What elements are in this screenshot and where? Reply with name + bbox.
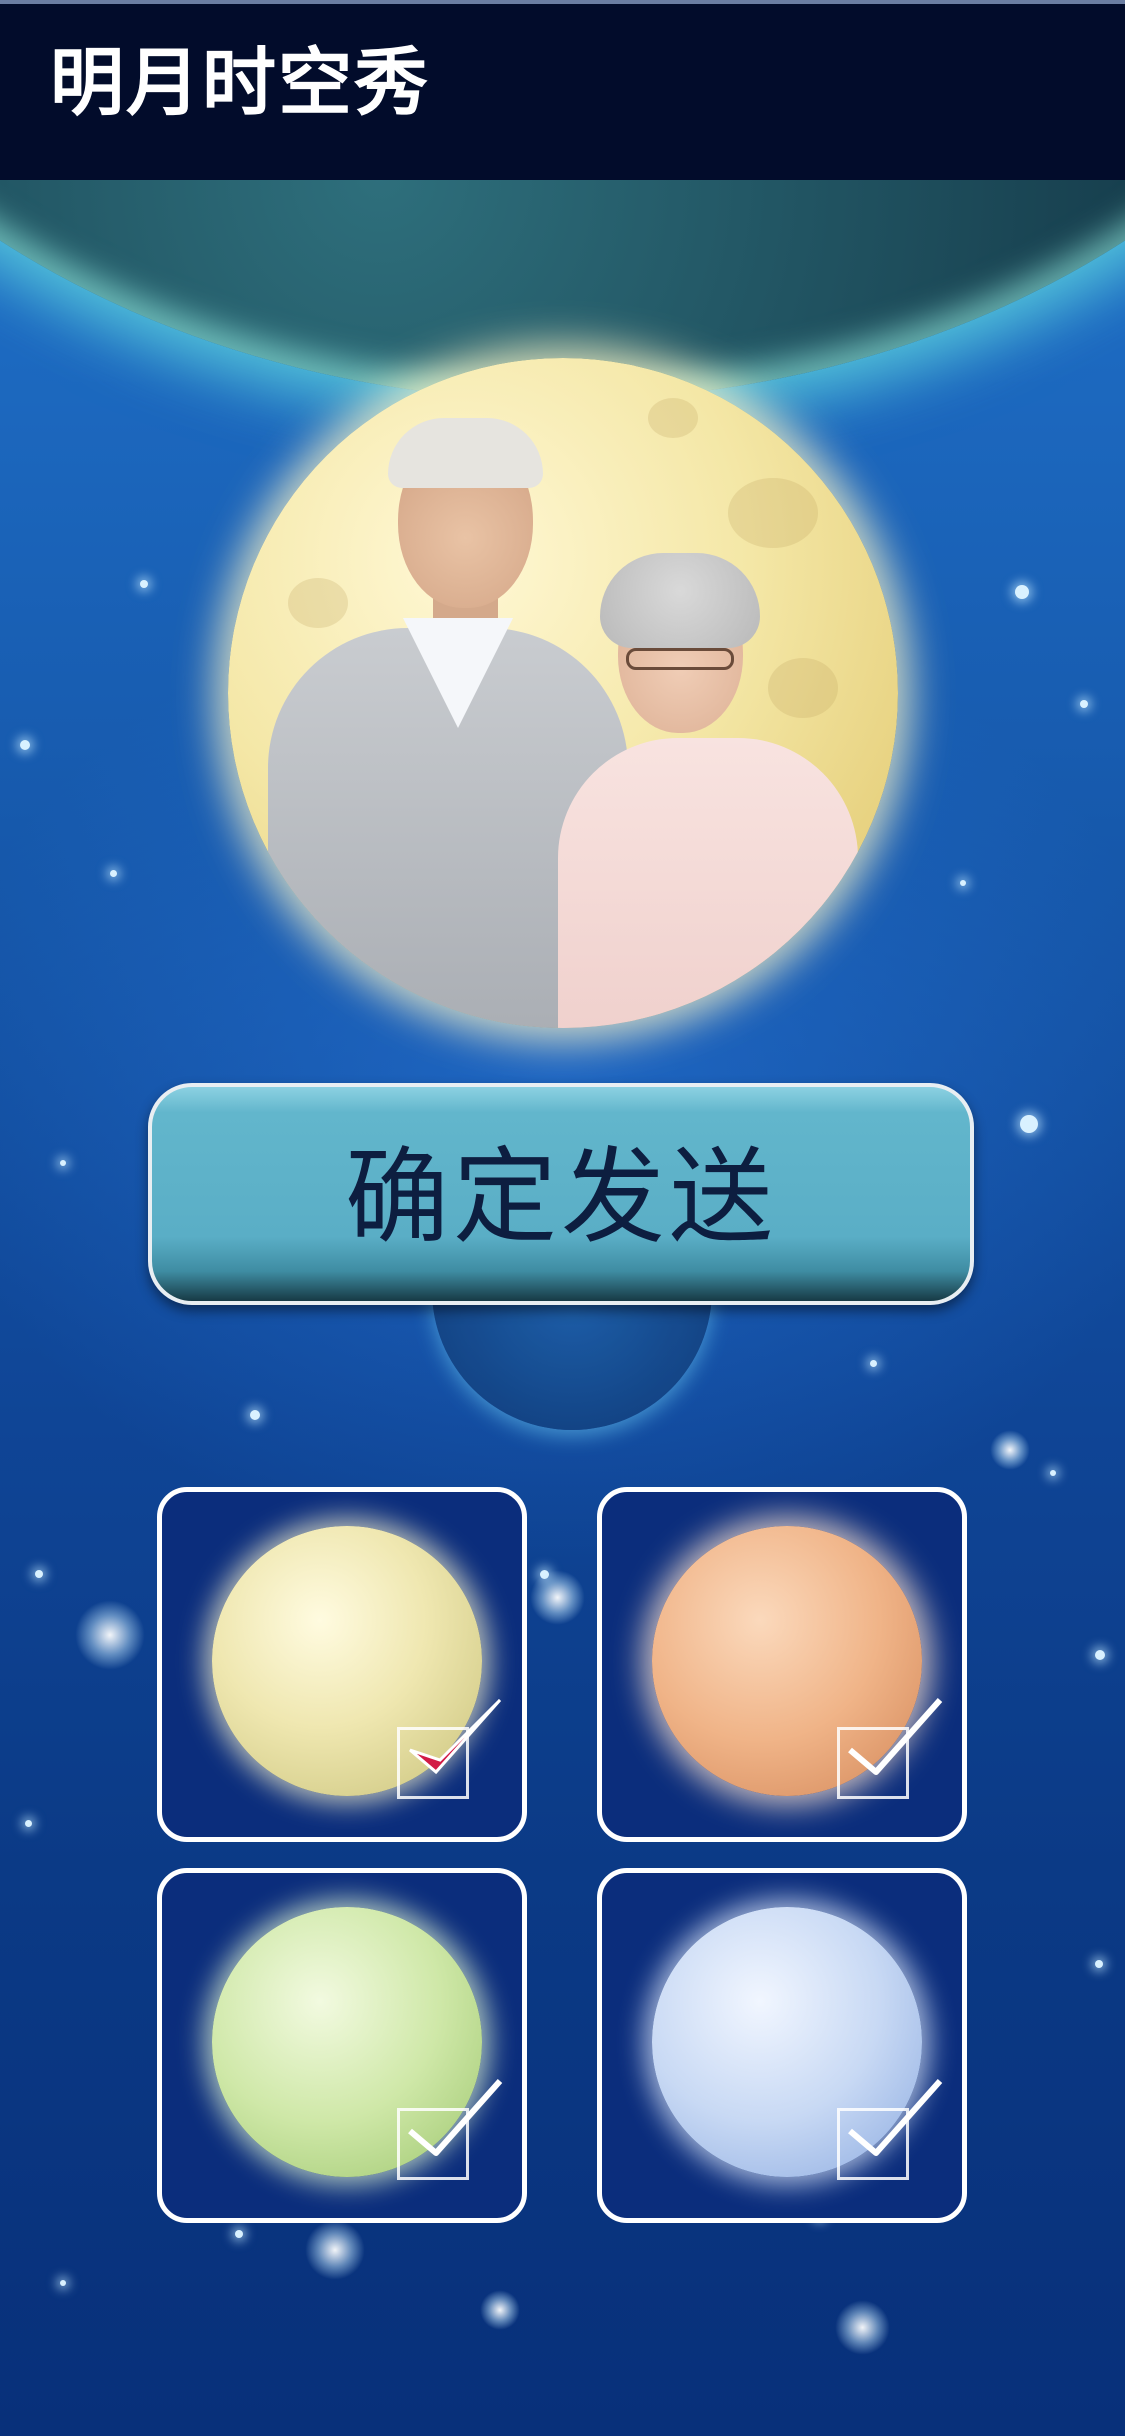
woman-hair [600,553,760,648]
star-decoration [1095,1650,1105,1660]
check-icon [408,2079,503,2156]
star-decoration [1020,1115,1038,1133]
star-decoration [250,1410,260,1420]
moon-crater [728,478,818,548]
star-decoration [1050,1470,1056,1476]
send-button[interactable]: 确定发送 [148,1083,974,1305]
glow-decoration [480,2290,520,2330]
star-decoration [235,2230,243,2238]
moon-option-blue[interactable] [597,1868,967,2223]
glasses [626,648,734,670]
moon-option-yellow[interactable] [157,1487,527,1842]
moon-option-orange[interactable] [597,1487,967,1842]
glow-decoration [835,2300,890,2355]
woman-figure [558,738,858,1028]
moon-option-green[interactable] [157,1868,527,2223]
star-decoration [960,880,966,886]
check-icon [848,1698,943,1775]
star-decoration [140,580,148,588]
star-decoration [60,2280,66,2286]
star-decoration [20,740,30,750]
star-decoration [35,1570,43,1578]
moon-crater [768,658,838,718]
photo-moon-preview [228,358,898,1028]
star-decoration [870,1360,877,1367]
app-title: 明月时空秀 [50,40,430,126]
moon-crater [288,578,348,628]
star-decoration [1080,700,1088,708]
man-hair [388,418,543,488]
check-icon [848,2079,943,2156]
star-decoration [1095,1960,1103,1968]
star-decoration [60,1160,66,1166]
star-decoration [25,1820,32,1827]
glow-decoration [530,1570,585,1625]
glow-decoration [305,2220,365,2280]
glow-decoration [990,1430,1030,1470]
send-button-label: 确定发送 [344,1136,777,1258]
check-icon [409,1698,502,1775]
moon-crater [648,398,698,438]
app-header: 明月时空秀 [0,0,1125,180]
star-decoration [110,870,117,877]
glow-decoration [75,1600,145,1670]
star-decoration [1015,585,1029,599]
